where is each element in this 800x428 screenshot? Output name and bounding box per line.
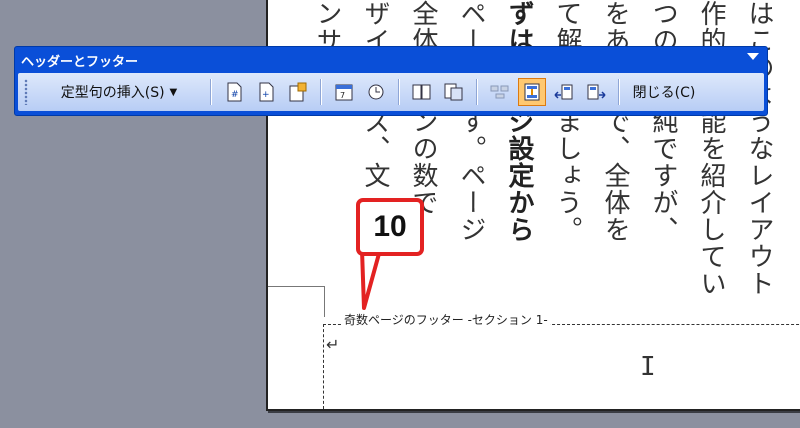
insert-page-number-button[interactable]: # [220,78,248,106]
separator [210,79,212,105]
text-column: ページです。ページ [456,0,486,243]
time-icon [368,84,384,100]
separator [476,79,478,105]
insert-date-button[interactable]: 7 [330,78,358,106]
insert-page-count-button[interactable]: + [252,78,280,106]
insert-autotext-label: 定型句の挿入(S) [60,85,165,101]
svg-text:+: + [262,90,270,100]
footer-edit-area[interactable] [323,324,800,409]
separator [320,79,322,105]
toolbar-body: 定型句の挿入(S) ▼ # + 7 閉じる(C) [18,73,764,111]
text-column: はこのようなレイアウト [744,0,774,297]
insert-autotext-button[interactable]: 定型句の挿入(S) ▼ [34,77,204,107]
date-icon: 7 [335,84,353,101]
text-column: をあるので、全体を [600,0,630,243]
header-footer-toolbar: ヘッダーとフッター 定型句の挿入(S) ▼ # + 7 閉じる(C) [14,46,768,116]
switch-header-footer-icon [524,83,540,101]
switch-header-footer-button[interactable] [518,78,546,106]
format-page-number-icon [289,82,307,102]
dropdown-arrow-icon: ▼ [169,86,178,98]
separator [398,79,400,105]
footer-section-label: 奇数ページのフッター -セクション 1- [342,311,550,328]
show-previous-button[interactable] [550,78,578,106]
page-count-icon: + [259,82,274,102]
paragraph-mark: ↵ [326,335,340,354]
text-column-heading: ずはページ設定から [504,0,534,243]
toolbar-grip[interactable] [24,79,28,105]
svg-text:#: # [231,90,239,100]
callout-pointer [360,250,382,310]
show-previous-icon [554,84,573,100]
page-setup-button[interactable] [408,78,436,106]
format-page-number-button[interactable] [284,78,312,106]
separator [618,79,620,105]
show-next-icon [587,84,606,100]
toolbar-title: ヘッダーとフッター [21,55,139,70]
insert-time-button[interactable] [362,78,390,106]
step-callout: 10 [356,198,424,256]
show-next-button[interactable] [582,78,610,106]
text-column: 作的な機能を紹介してい [696,0,726,297]
toolbar-options-icon[interactable] [747,53,759,60]
text-column: つのは単純ですが、 [648,0,678,243]
show-document-text-button[interactable] [440,78,468,106]
close-header-footer-button[interactable]: 閉じる(C) [626,77,702,107]
show-document-text-icon [444,83,463,101]
page-setup-icon [412,84,431,100]
ibeam-cursor-icon: I [640,352,656,382]
svg-text:7: 7 [340,91,345,100]
margin-corner-mark [268,286,325,317]
link-to-previous-button[interactable] [486,78,514,106]
page-number-icon: # [227,82,242,102]
link-to-previous-icon [490,85,509,99]
text-column: て解説しましょう。 [552,0,582,243]
